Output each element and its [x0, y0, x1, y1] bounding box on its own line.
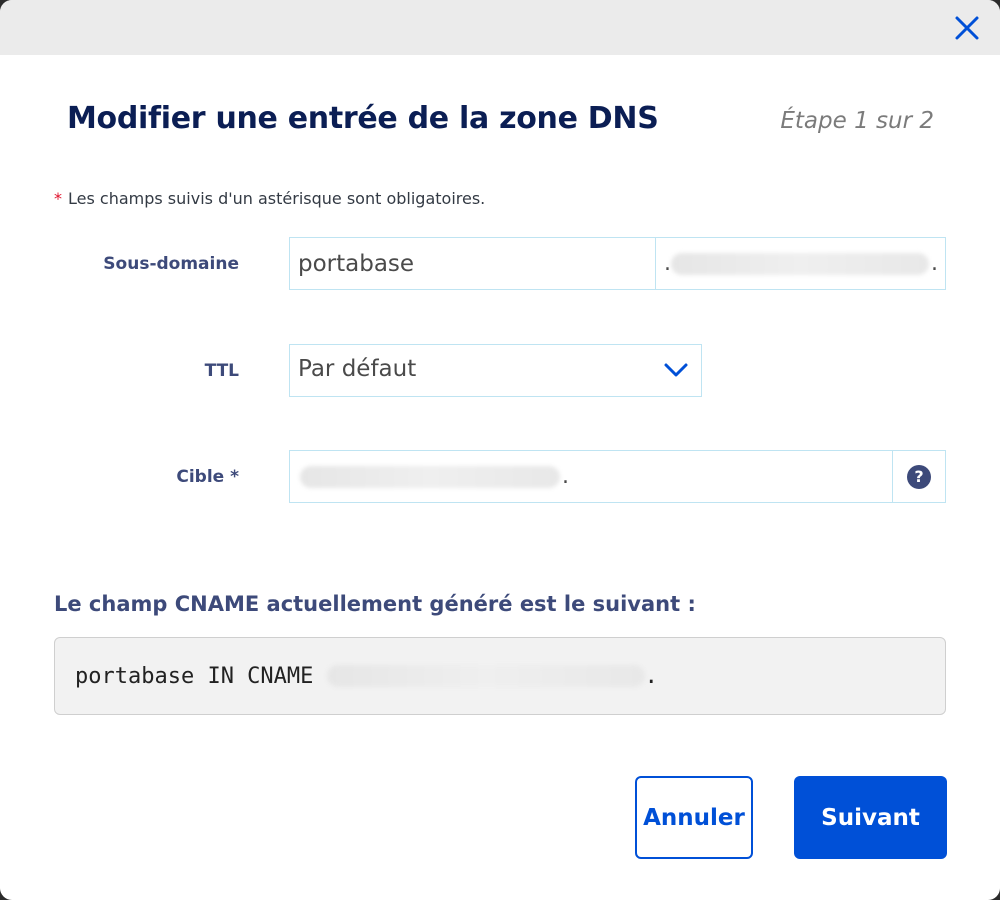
cancel-button[interactable]: Annuler [635, 776, 753, 859]
dialog-header-bar [0, 0, 1000, 55]
subdomain-input[interactable] [290, 238, 655, 289]
redacted-cname-target [326, 665, 645, 687]
redacted-target [300, 465, 560, 488]
question-icon: ? [907, 464, 931, 489]
required-note-text: Les champs suivis d'un astérisque sont o… [68, 189, 486, 208]
required-asterisk: * [54, 189, 62, 208]
ttl-label: TTL [204, 361, 239, 381]
step-indicator: Étape 1 sur 2 [780, 108, 934, 134]
target-input[interactable]: . [290, 451, 893, 502]
subdomain-field: . . [289, 237, 946, 290]
close-button[interactable] [952, 13, 982, 43]
target-end-dot: . [562, 464, 569, 489]
target-label: Cible * [176, 467, 239, 487]
ttl-selected-value: Par défaut [298, 356, 417, 382]
required-fields-note: * Les champs suivis d'un astérisque sont … [54, 189, 485, 208]
dns-edit-dialog: Modifier une entrée de la zone DNS Étape… [0, 0, 1000, 900]
chevron-down-icon [664, 363, 688, 377]
next-button[interactable]: Suivant [794, 776, 947, 859]
suffix-dot: . [664, 251, 671, 276]
cname-record-text: portabase IN CNAME [75, 663, 327, 689]
help-button[interactable]: ? [892, 451, 945, 502]
cname-preview-box: portabase IN CNAME . [54, 637, 946, 715]
suffix-end-dot: . [931, 251, 938, 276]
subdomain-label: Sous-domaine [103, 254, 239, 274]
cname-preview-title: Le champ CNAME actuellement généré est l… [54, 592, 696, 616]
dialog-title: Modifier une entrée de la zone DNS [67, 101, 659, 136]
close-icon [955, 16, 979, 40]
redacted-domain [671, 252, 929, 275]
subdomain-suffix: . . [655, 238, 945, 289]
cname-record-end: . [644, 663, 658, 689]
target-field: . ? [289, 450, 946, 503]
ttl-select[interactable]: Par défaut [289, 344, 702, 397]
